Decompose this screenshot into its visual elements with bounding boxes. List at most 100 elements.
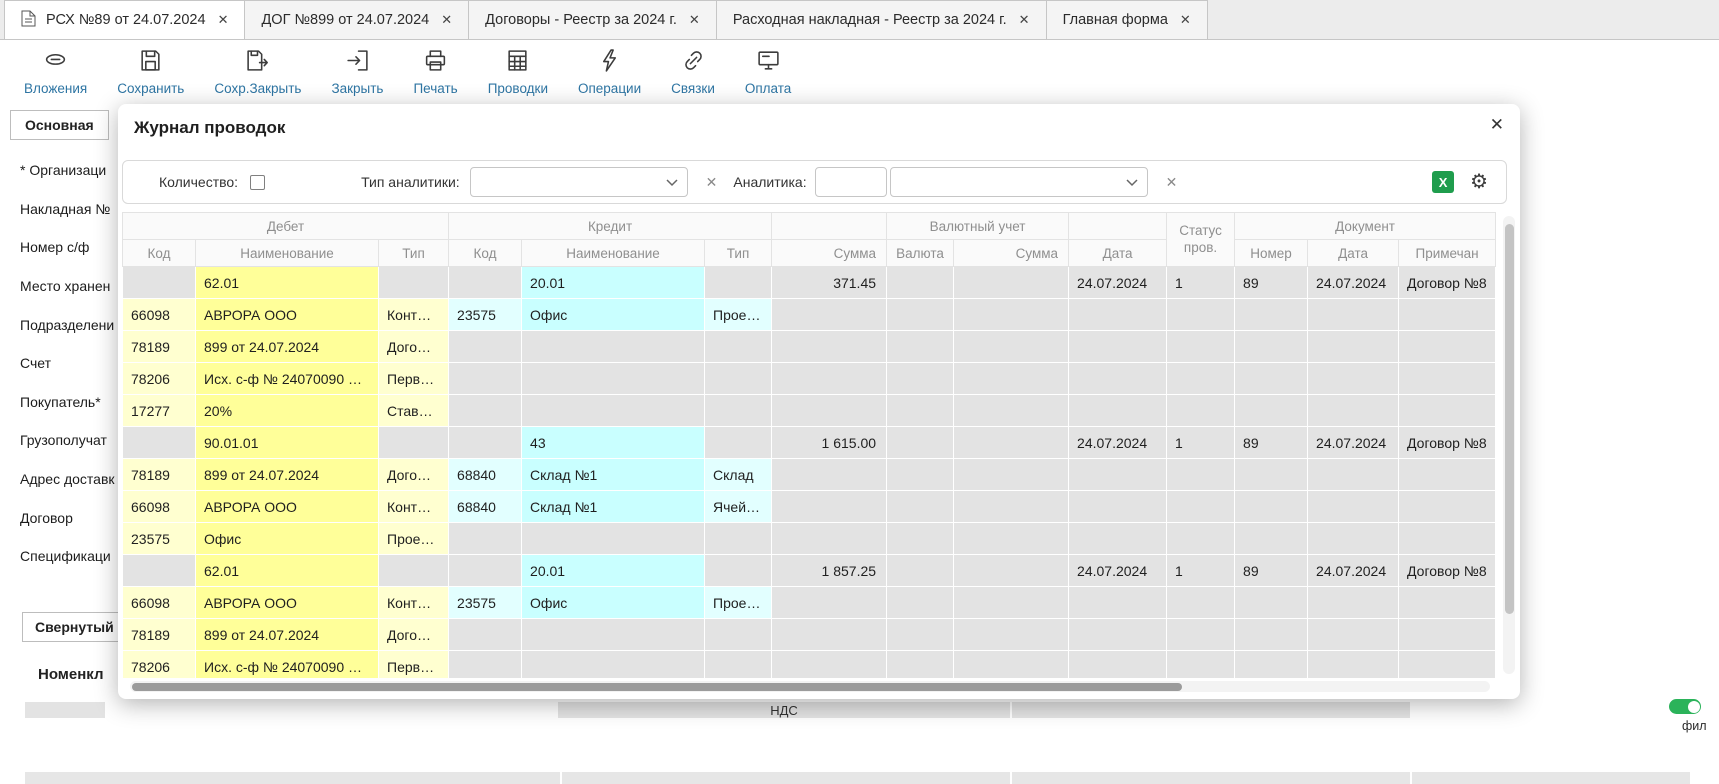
table-cell[interactable] bbox=[449, 395, 522, 427]
tab-osnovnaya[interactable]: Основная bbox=[10, 110, 109, 140]
table-cell[interactable] bbox=[954, 427, 1069, 459]
table-row[interactable]: 23575ОфисПрое… bbox=[123, 523, 1496, 555]
horizontal-scrollbar[interactable] bbox=[130, 681, 1490, 692]
tab-dogovory-registry[interactable]: Договоры - Реестр за 2024 г. ✕ bbox=[468, 0, 717, 39]
save-close-button[interactable]: Сохр.Закрыть bbox=[214, 48, 301, 96]
tab-close-icon[interactable]: ✕ bbox=[689, 12, 700, 28]
table-cell[interactable] bbox=[1069, 363, 1167, 395]
table-cell[interactable] bbox=[1235, 523, 1308, 555]
table-cell[interactable] bbox=[887, 363, 954, 395]
tab-close-icon[interactable]: ✕ bbox=[1019, 12, 1030, 28]
table-row[interactable]: 1727720%Став… bbox=[123, 395, 1496, 427]
table-cell[interactable]: 20% bbox=[196, 395, 379, 427]
table-cell[interactable] bbox=[887, 523, 954, 555]
collapsed-panel-tab[interactable]: Свернутый bbox=[22, 612, 127, 642]
table-cell[interactable] bbox=[449, 331, 522, 363]
analytics-select[interactable] bbox=[890, 167, 1148, 197]
table-cell[interactable]: Склад №1 bbox=[522, 459, 705, 491]
column-header[interactable]: Тип bbox=[705, 240, 772, 267]
table-cell[interactable] bbox=[1069, 619, 1167, 651]
attachments-button[interactable]: Вложения bbox=[24, 48, 87, 96]
table-cell[interactable] bbox=[705, 427, 772, 459]
table-cell[interactable] bbox=[705, 267, 772, 299]
table-row[interactable]: 66098АВРОРА ОООКонт…23575ОфисПрое… bbox=[123, 587, 1496, 619]
modal-close-icon[interactable]: ✕ bbox=[1490, 115, 1504, 135]
operations-button[interactable]: Операции bbox=[578, 48, 641, 96]
table-cell[interactable]: Ячей… bbox=[705, 491, 772, 523]
table-cell[interactable] bbox=[954, 555, 1069, 587]
table-cell[interactable] bbox=[1308, 363, 1399, 395]
table-row[interactable]: 62.0120.01371.4524.07.202418924.07.2024Д… bbox=[123, 267, 1496, 299]
analytics-type-select[interactable] bbox=[470, 167, 688, 197]
table-cell[interactable]: 68840 bbox=[449, 491, 522, 523]
clear-analytics-type-icon[interactable]: ✕ bbox=[706, 174, 718, 191]
table-cell[interactable] bbox=[1069, 459, 1167, 491]
column-header-status[interactable]: Статус пров. bbox=[1167, 213, 1235, 267]
tab-glavnaya-forma[interactable]: Главная форма ✕ bbox=[1046, 0, 1208, 39]
table-cell[interactable]: Офис bbox=[522, 587, 705, 619]
table-cell[interactable]: 78189 bbox=[123, 331, 196, 363]
table-cell[interactable] bbox=[1399, 395, 1496, 427]
table-cell[interactable]: 62.01 bbox=[196, 555, 379, 587]
table-cell[interactable] bbox=[705, 555, 772, 587]
table-cell[interactable]: 78189 bbox=[123, 459, 196, 491]
tab-rashodnaya-registry[interactable]: Расходная накладная - Реестр за 2024 г. … bbox=[716, 0, 1047, 39]
table-cell[interactable] bbox=[1308, 459, 1399, 491]
table-cell[interactable] bbox=[772, 363, 887, 395]
table-cell[interactable] bbox=[449, 555, 522, 587]
table-cell[interactable] bbox=[379, 555, 449, 587]
table-cell[interactable]: 899 от 24.07.2024 bbox=[196, 619, 379, 651]
table-row[interactable]: 78206Исх. с-ф № 24070090 …Перв… bbox=[123, 363, 1496, 395]
table-cell[interactable]: Прое… bbox=[705, 587, 772, 619]
table-cell[interactable] bbox=[887, 395, 954, 427]
table-row[interactable]: 66098АВРОРА ОООКонт…23575ОфисПрое… bbox=[123, 299, 1496, 331]
table-cell[interactable] bbox=[1399, 651, 1496, 679]
table-row[interactable]: 78189899 от 24.07.2024Дого… bbox=[123, 331, 1496, 363]
table-cell[interactable] bbox=[1167, 299, 1235, 331]
table-cell[interactable] bbox=[772, 587, 887, 619]
column-header[interactable]: Валюта bbox=[887, 240, 954, 267]
table-cell[interactable]: Перв… bbox=[379, 363, 449, 395]
table-cell[interactable] bbox=[954, 491, 1069, 523]
table-cell[interactable] bbox=[954, 619, 1069, 651]
table-cell[interactable]: 24.07.2024 bbox=[1308, 555, 1399, 587]
table-cell[interactable] bbox=[1167, 587, 1235, 619]
table-cell[interactable]: 78206 bbox=[123, 651, 196, 679]
column-header[interactable]: Наименование bbox=[522, 240, 705, 267]
table-cell[interactable] bbox=[522, 363, 705, 395]
table-cell[interactable]: 89 bbox=[1235, 555, 1308, 587]
table-cell[interactable] bbox=[1069, 587, 1167, 619]
table-cell[interactable] bbox=[123, 555, 196, 587]
table-cell[interactable]: 62.01 bbox=[196, 267, 379, 299]
table-cell[interactable]: 20.01 bbox=[522, 555, 705, 587]
quantity-checkbox[interactable] bbox=[250, 175, 265, 190]
column-header[interactable]: Код bbox=[449, 240, 522, 267]
table-cell[interactable] bbox=[1167, 651, 1235, 679]
table-cell[interactable] bbox=[887, 331, 954, 363]
column-header[interactable]: Дата bbox=[1069, 240, 1167, 267]
print-button[interactable]: Печать bbox=[413, 48, 457, 96]
table-cell[interactable] bbox=[123, 267, 196, 299]
table-cell[interactable] bbox=[1069, 299, 1167, 331]
table-cell[interactable]: Дого… bbox=[379, 331, 449, 363]
table-cell[interactable] bbox=[449, 619, 522, 651]
table-cell[interactable] bbox=[1069, 523, 1167, 555]
table-cell[interactable] bbox=[954, 363, 1069, 395]
table-cell[interactable]: 66098 bbox=[123, 299, 196, 331]
table-cell[interactable] bbox=[772, 395, 887, 427]
table-cell[interactable] bbox=[1235, 651, 1308, 679]
table-cell[interactable] bbox=[1069, 651, 1167, 679]
table-cell[interactable] bbox=[449, 427, 522, 459]
table-cell[interactable]: 89 bbox=[1235, 427, 1308, 459]
table-cell[interactable]: Исх. с-ф № 24070090 … bbox=[196, 363, 379, 395]
table-cell[interactable] bbox=[772, 331, 887, 363]
table-cell[interactable]: 24.07.2024 bbox=[1069, 427, 1167, 459]
table-cell[interactable] bbox=[1308, 491, 1399, 523]
table-cell[interactable] bbox=[1167, 331, 1235, 363]
table-cell[interactable]: 20.01 bbox=[522, 267, 705, 299]
tab-close-icon[interactable]: ✕ bbox=[1180, 12, 1191, 28]
vertical-scrollbar-thumb[interactable] bbox=[1505, 224, 1514, 614]
table-cell[interactable] bbox=[522, 331, 705, 363]
table-cell[interactable] bbox=[954, 651, 1069, 679]
column-header[interactable]: Код bbox=[123, 240, 196, 267]
